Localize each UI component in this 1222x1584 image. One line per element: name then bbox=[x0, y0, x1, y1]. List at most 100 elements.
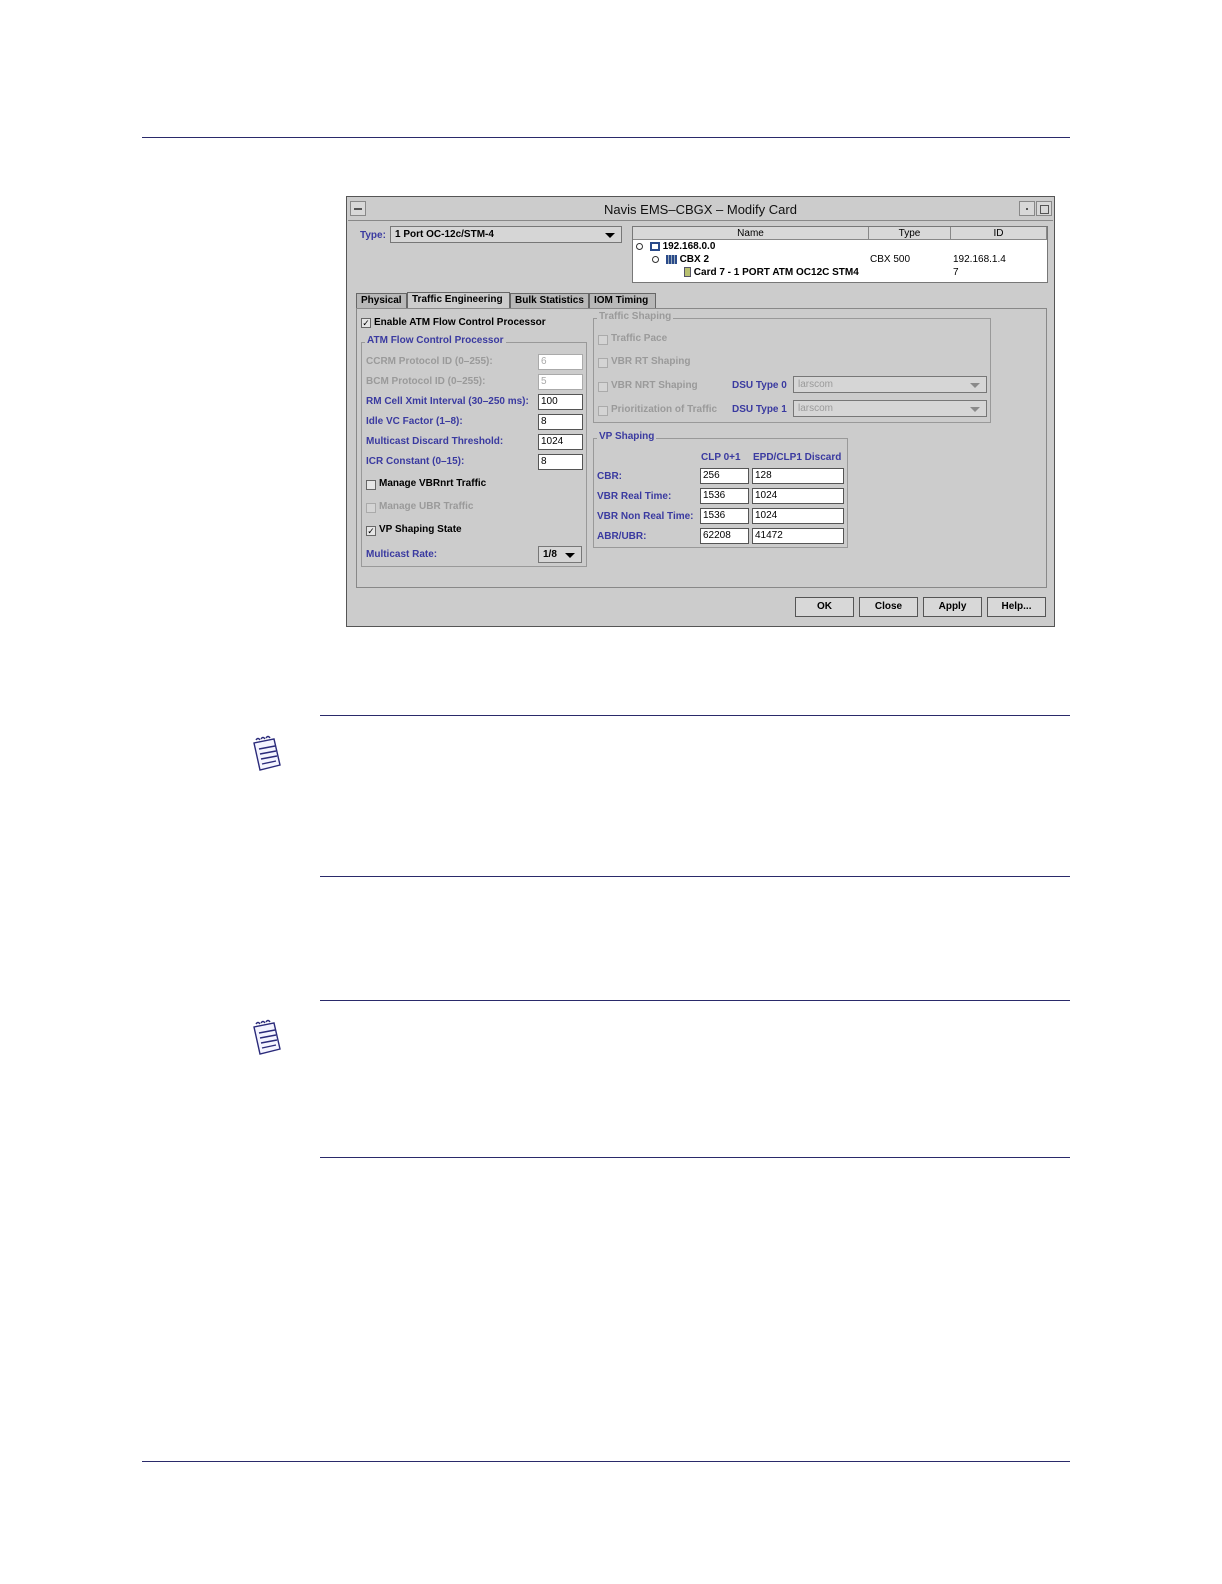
tree-row[interactable]: Card 7 - 1 PORT ATM OC12C STM4 bbox=[684, 267, 869, 278]
traffic-engineering-panel: ✓ Enable ATM Flow Control Processor ATM … bbox=[356, 308, 1047, 588]
idle-vc-factor-label: Idle VC Factor (1–8): bbox=[366, 416, 463, 427]
type-select[interactable]: 1 Port OC-12c/STM-4 bbox=[390, 226, 622, 243]
top-rule bbox=[142, 137, 1070, 138]
tab-traffic-engineering[interactable]: Traffic Engineering bbox=[407, 292, 510, 309]
multicast-rate-select[interactable]: 1/8 bbox=[538, 546, 582, 563]
help-button[interactable]: Help... bbox=[987, 597, 1046, 617]
bottom-rule bbox=[142, 1461, 1070, 1462]
bcm-protocol-label: BCM Protocol ID (0–255): bbox=[366, 376, 486, 387]
maximize-button[interactable] bbox=[1036, 201, 1052, 216]
prioritization-label: Prioritization of Traffic bbox=[611, 404, 718, 415]
cbr-label: CBR: bbox=[597, 471, 622, 482]
abr-ubr-epd-input[interactable]: 41472 bbox=[752, 528, 844, 544]
expand-handle-icon[interactable] bbox=[636, 242, 643, 250]
tree-row-id: 7 bbox=[953, 267, 959, 278]
prioritization-checkbox[interactable] bbox=[598, 406, 608, 416]
vbr-nrt-clp01-input[interactable]: 1536 bbox=[700, 508, 749, 524]
vp-shaping-title: VP Shaping bbox=[597, 431, 657, 442]
ccrm-protocol-input[interactable]: 6 bbox=[538, 354, 583, 370]
tree-row-name: CBX 2 bbox=[679, 254, 710, 265]
traffic-shaping-group: Traffic Shaping Traffic Pace VBR RT Shap… bbox=[593, 311, 991, 423]
icr-constant-input[interactable]: 8 bbox=[538, 454, 583, 470]
cbr-clp01-input[interactable]: 256 bbox=[700, 468, 749, 484]
afcp-group: ATM Flow Control Processor CCRM Protocol… bbox=[361, 335, 587, 567]
manage-ubr-checkbox[interactable] bbox=[366, 503, 376, 513]
note2-bottom-rule bbox=[320, 1157, 1070, 1158]
ccrm-protocol-label: CCRM Protocol ID (0–255): bbox=[366, 356, 493, 367]
tree-row-name: Card 7 - 1 PORT ATM OC12C STM4 bbox=[693, 267, 859, 278]
vbr-rt-clp01-input[interactable]: 1536 bbox=[700, 488, 749, 504]
vp-shaping-state-label: VP Shaping State bbox=[379, 524, 462, 535]
vbr-nrt-shaping-label: VBR NRT Shaping bbox=[611, 380, 698, 391]
multicast-rate-value: 1/8 bbox=[543, 549, 557, 560]
type-select-value: 1 Port OC-12c/STM-4 bbox=[395, 229, 494, 240]
note1-top-rule bbox=[320, 715, 1070, 716]
vbr-rt-label: VBR Real Time: bbox=[597, 491, 672, 502]
expand-handle-icon[interactable] bbox=[652, 255, 659, 263]
tab-physical[interactable]: Physical bbox=[356, 293, 407, 308]
modify-card-dialog: Navis EMS–CBGX – Modify Card Type: 1 Por… bbox=[346, 196, 1055, 627]
cbr-epd-input[interactable]: 128 bbox=[752, 468, 844, 484]
vp-shaping-group: VP Shaping CLP 0+1 EPD/CLP1 Discard CBR:… bbox=[593, 431, 848, 548]
traffic-shaping-title: Traffic Shaping bbox=[597, 311, 674, 322]
tree-row[interactable]: 192.168.0.0 bbox=[636, 241, 715, 252]
network-tree-table[interactable]: Name Type ID 192.168.0.0 CBX 2 CBX 500 1… bbox=[632, 226, 1048, 283]
switch-icon bbox=[665, 254, 677, 264]
card-icon bbox=[684, 267, 691, 278]
chevron-down-icon bbox=[565, 553, 575, 558]
manage-vbrnrt-checkbox[interactable] bbox=[366, 480, 376, 490]
apply-button[interactable]: Apply bbox=[923, 597, 982, 617]
vbr-rt-epd-input[interactable]: 1024 bbox=[752, 488, 844, 504]
column-header-type[interactable]: Type bbox=[869, 227, 951, 240]
ok-button[interactable]: OK bbox=[795, 597, 854, 617]
close-button[interactable]: Close bbox=[859, 597, 918, 617]
tree-row-name: 192.168.0.0 bbox=[662, 241, 716, 252]
tree-row-id: 192.168.1.4 bbox=[953, 254, 1006, 265]
bcm-protocol-input[interactable]: 5 bbox=[538, 374, 583, 390]
minimize-button[interactable] bbox=[1019, 201, 1035, 216]
column-header-name[interactable]: Name bbox=[633, 227, 869, 240]
note2-top-rule bbox=[320, 1000, 1070, 1001]
tree-row[interactable]: CBX 2 bbox=[652, 254, 709, 265]
multicast-discard-label: Multicast Discard Threshold: bbox=[366, 436, 504, 447]
idle-vc-factor-input[interactable]: 8 bbox=[538, 414, 583, 430]
manage-vbrnrt-label: Manage VBRnrt Traffic bbox=[379, 478, 487, 489]
abr-ubr-clp01-input[interactable]: 62208 bbox=[700, 528, 749, 544]
title-bar[interactable]: Navis EMS–CBGX – Modify Card bbox=[348, 198, 1053, 221]
chevron-down-icon bbox=[970, 407, 980, 412]
rm-cell-xmit-input[interactable]: 100 bbox=[538, 394, 583, 410]
dsu-type-0-value: larscom bbox=[798, 379, 834, 390]
clp01-column-label: CLP 0+1 bbox=[701, 452, 741, 463]
vbr-nrt-label: VBR Non Real Time: bbox=[597, 511, 694, 522]
dsu-type-1-label: DSU Type 1 bbox=[732, 404, 787, 415]
tab-bulk-statistics[interactable]: Bulk Statistics bbox=[510, 293, 589, 308]
tab-iom-timing[interactable]: IOM Timing bbox=[589, 293, 656, 308]
abr-ubr-label: ABR/UBR: bbox=[597, 531, 647, 542]
dsu-type-1-value: larscom bbox=[798, 403, 834, 414]
enable-afcp-label: Enable ATM Flow Control Processor bbox=[374, 317, 546, 328]
note-icon bbox=[253, 735, 281, 771]
network-icon bbox=[649, 241, 660, 251]
epd-clp1-column-label: EPD/CLP1 Discard bbox=[753, 452, 842, 463]
dsu-type-1-select[interactable]: larscom bbox=[793, 400, 987, 417]
vbr-nrt-epd-input[interactable]: 1024 bbox=[752, 508, 844, 524]
chevron-down-icon bbox=[605, 233, 615, 238]
window-title: Navis EMS–CBGX – Modify Card bbox=[604, 202, 797, 217]
traffic-pace-label: Traffic Pace bbox=[611, 333, 668, 344]
manage-ubr-label: Manage UBR Traffic bbox=[379, 501, 474, 512]
dsu-type-0-select[interactable]: larscom bbox=[793, 376, 987, 393]
enable-afcp-checkbox[interactable]: ✓ bbox=[361, 318, 371, 328]
vbr-rt-shaping-label: VBR RT Shaping bbox=[611, 356, 691, 367]
tree-row-type: CBX 500 bbox=[870, 254, 911, 265]
traffic-pace-checkbox[interactable] bbox=[598, 335, 608, 345]
dsu-type-0-label: DSU Type 0 bbox=[732, 380, 787, 391]
type-label: Type: bbox=[360, 230, 386, 241]
vp-shaping-state-checkbox[interactable]: ✓ bbox=[366, 526, 376, 536]
vbr-rt-shaping-checkbox[interactable] bbox=[598, 358, 608, 368]
note-icon bbox=[253, 1019, 281, 1055]
multicast-discard-input[interactable]: 1024 bbox=[538, 434, 583, 450]
afcp-group-title: ATM Flow Control Processor bbox=[365, 335, 506, 346]
vbr-nrt-shaping-checkbox[interactable] bbox=[598, 382, 608, 392]
rm-cell-xmit-label: RM Cell Xmit Interval (30–250 ms): bbox=[366, 396, 529, 407]
column-header-id[interactable]: ID bbox=[951, 227, 1047, 240]
